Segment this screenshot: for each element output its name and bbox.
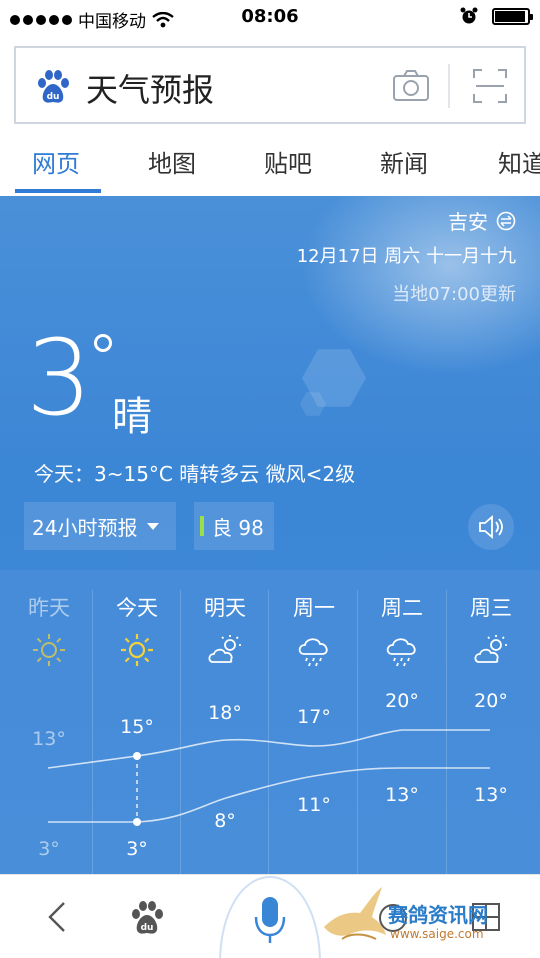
watermark: 赛鸽资讯网 www.saige.com [320,881,504,951]
day-name: 周二 [381,596,423,620]
update-time: 当地07:00更新 [392,284,516,305]
pigeon-logo [324,887,386,940]
clock: 08:06 [241,6,299,27]
high-temp: 18° [208,702,242,724]
high-temp: 20° [474,690,508,712]
active-tab-indicator [15,189,101,193]
search-tabs: 网页 地图 贴吧 新闻 知道 [0,124,540,196]
baidu-home-icon[interactable]: du [128,899,166,937]
baidu-paw-logo-icon: du [38,70,69,103]
tab-web[interactable]: 网页 [32,144,80,179]
day-name: 昨天 [28,596,70,620]
alarm-clock-icon [460,7,478,24]
current-temperature: 3 [26,317,93,439]
hourly-forecast-label: 24小时预报 [32,515,138,540]
forecast-day-yesterday[interactable]: 昨天 13° 3° [5,570,93,874]
watermark-url: www.saige.com [390,927,484,941]
low-temp: 13° [385,784,419,806]
today-summary: 今天：3~15°C 晴转多云 微风<2级 [34,462,356,486]
search-box[interactable]: du 天气预报 [14,46,526,124]
switch-city-icon [496,211,516,230]
microphone-icon [262,897,278,927]
high-temp: 15° [120,716,154,738]
tab-zhidao[interactable]: 知道 [498,144,540,179]
aqi-level-bar [200,516,204,536]
status-right [460,7,533,25]
tab-tieba[interactable]: 贴吧 [264,144,312,179]
city-selector[interactable]: 吉安 [448,206,516,235]
low-temp: 8° [214,810,236,832]
chevron-down-icon [147,522,160,530]
degree-symbol [94,334,112,352]
low-temp: 3° [126,838,148,860]
low-temp: 11° [297,794,331,816]
search-query[interactable]: 天气预报 [86,65,214,111]
scan-icon[interactable] [472,68,508,104]
hourly-forecast-button[interactable]: 24小时预报 [24,502,176,550]
status-bar: 中国移动 08:06 [0,0,540,36]
low-temp: 3° [38,838,60,860]
tab-news[interactable]: 新闻 [380,144,428,179]
search-divider [448,64,450,108]
high-temp: 20° [385,690,419,712]
sun-icon [121,634,153,666]
svg-text:du: du [47,92,60,102]
high-temp: 13° [32,728,66,750]
day-name: 周三 [470,596,512,620]
voice-search-button[interactable] [218,873,322,958]
sun-icon [33,634,65,666]
city-name: 吉安 [448,210,488,234]
day-name: 今天 [116,596,158,620]
partly-cloudy-icon [208,635,241,663]
speaker-icon[interactable] [468,504,514,550]
bottom-toolbar: du 赛鸽资讯网 www.saige.com [0,874,540,958]
day-name: 明天 [204,596,246,620]
forecast-day-monday[interactable]: 周一 17° 11° [270,570,358,874]
current-condition: 晴 [112,394,152,440]
battery-icon [492,7,533,25]
date-line: 12月17日 周六 十一月十九 [296,246,516,267]
forecast-day-wednesday[interactable]: 周三 20° 13° [447,570,535,874]
rain-cloud-icon [298,638,328,667]
air-quality-button[interactable]: 良 98 [194,502,274,550]
partly-cloudy-icon [474,635,507,663]
forecast-day-tuesday[interactable]: 周二 20° 13° [358,570,446,874]
forecast-day-today[interactable]: 今天 15° 3° [93,570,181,874]
forecast-day-tomorrow[interactable]: 明天 18° 8° [181,570,269,874]
low-temp: 13° [474,784,508,806]
day-name: 周一 [293,596,335,620]
high-temp: 17° [297,706,331,728]
back-icon[interactable] [42,897,72,937]
camera-icon[interactable] [392,68,430,104]
aqi-label: 良 98 [212,515,264,540]
svg-text:du: du [141,923,154,933]
tab-map[interactable]: 地图 [148,144,196,179]
watermark-text: 赛鸽资讯网 [388,903,488,927]
rain-cloud-icon [386,638,416,667]
